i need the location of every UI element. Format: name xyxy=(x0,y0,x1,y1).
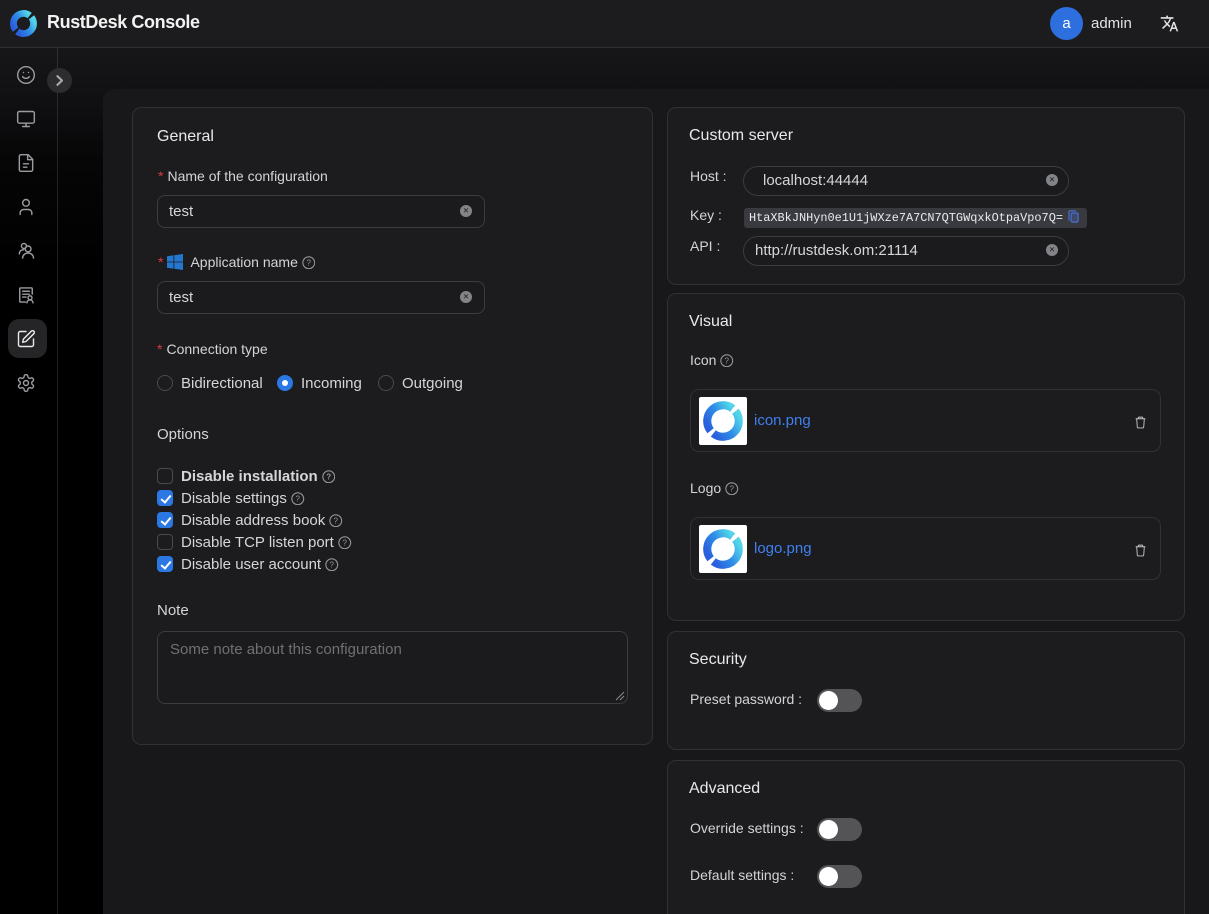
svg-text:?: ? xyxy=(334,516,339,525)
svg-text:?: ? xyxy=(306,258,311,267)
svg-text:?: ? xyxy=(296,494,301,503)
svg-text:?: ? xyxy=(330,560,335,569)
svg-text:?: ? xyxy=(730,484,735,493)
svg-text:?: ? xyxy=(725,356,730,365)
svg-text:?: ? xyxy=(343,538,348,547)
svg-text:?: ? xyxy=(326,472,331,481)
